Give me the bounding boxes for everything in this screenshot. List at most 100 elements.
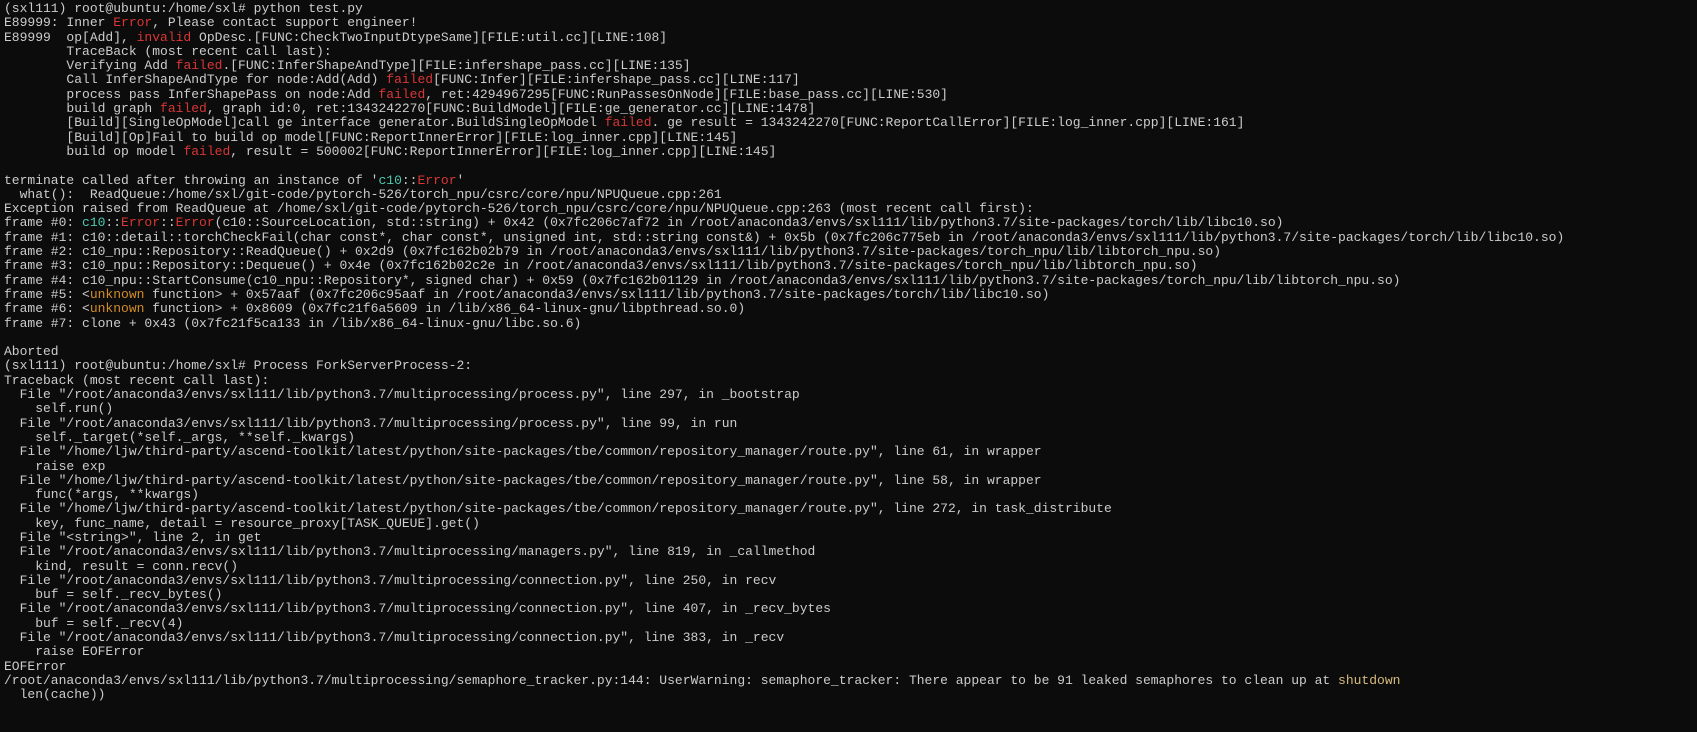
terminal-text-segment: frame #2: c10_npu::Repository::ReadQueue… bbox=[4, 244, 1221, 259]
terminal-text-segment: File "/root/anaconda3/envs/sxl111/lib/py… bbox=[4, 630, 784, 645]
terminal-text-segment: [Build][Op]Fail to build op model[FUNC:R… bbox=[4, 130, 737, 145]
terminal-text-segment: failed bbox=[386, 72, 433, 87]
terminal-line: (sxl111) root@ubuntu:/home/sxl# python t… bbox=[4, 1, 363, 16]
terminal-text-segment: what(): ReadQueue:/home/sxl/git-code/pyt… bbox=[4, 187, 722, 202]
terminal-text-segment: File "/root/anaconda3/envs/sxl111/lib/py… bbox=[4, 573, 776, 588]
terminal-text-segment: TraceBack (most recent call last): bbox=[4, 44, 332, 59]
terminal-line: buf = self._recv(4) bbox=[4, 616, 183, 631]
terminal-text-segment: frame #4: c10_npu::StartConsume(c10_npu:… bbox=[4, 273, 1400, 288]
terminal-text-segment: Traceback (most recent call last): bbox=[4, 373, 269, 388]
terminal-text-segment: failed bbox=[378, 87, 425, 102]
terminal-text-segment: self.run() bbox=[4, 401, 113, 416]
terminal-text-segment: File "/home/ljw/third-party/ascend-toolk… bbox=[4, 501, 1112, 516]
terminal-text-segment: File "/home/ljw/third-party/ascend-toolk… bbox=[4, 444, 1042, 459]
terminal-text-segment: frame #3: c10_npu::Repository::Dequeue()… bbox=[4, 258, 1198, 273]
terminal-text-segment: raise exp bbox=[4, 459, 105, 474]
terminal-line: what(): ReadQueue:/home/sxl/git-code/pyt… bbox=[4, 187, 722, 202]
terminal-line: File "/home/ljw/third-party/ascend-toolk… bbox=[4, 473, 1042, 488]
terminal-text-segment: (sxl111) root@ubuntu:/home/sxl# python t… bbox=[4, 1, 363, 16]
terminal-text-segment: File "/root/anaconda3/envs/sxl111/lib/py… bbox=[4, 544, 815, 559]
terminal-line: Aborted bbox=[4, 344, 59, 359]
terminal-text-segment: failed bbox=[605, 115, 652, 130]
terminal-line: raise exp bbox=[4, 459, 105, 474]
terminal-text-segment: terminate called after throwing an insta… bbox=[4, 173, 378, 188]
terminal-line: File "<string>", line 2, in get bbox=[4, 530, 261, 545]
terminal-text-segment: build op model bbox=[4, 144, 183, 159]
terminal-text-segment: frame #5: < bbox=[4, 287, 90, 302]
terminal-text-segment: :: bbox=[105, 215, 121, 230]
terminal-text-segment: c10 bbox=[82, 215, 105, 230]
terminal-text-segment: c10 bbox=[378, 173, 401, 188]
terminal-text-segment: File "/root/anaconda3/envs/sxl111/lib/py… bbox=[4, 601, 831, 616]
terminal-text-segment: :: bbox=[160, 215, 176, 230]
terminal-text-segment: OpDesc.[FUNC:CheckTwoInputDtypeSame][FIL… bbox=[191, 30, 667, 45]
terminal-output[interactable]: (sxl111) root@ubuntu:/home/sxl# python t… bbox=[0, 0, 1697, 705]
terminal-text-segment: , ret:4294967295[FUNC:RunPassesOnNode][F… bbox=[425, 87, 948, 102]
terminal-text-segment: Error bbox=[113, 15, 152, 30]
terminal-text-segment: (sxl111) root@ubuntu:/home/sxl# Process … bbox=[4, 358, 472, 373]
terminal-text-segment: failed bbox=[160, 101, 207, 116]
terminal-line: File "/root/anaconda3/envs/sxl111/lib/py… bbox=[4, 630, 784, 645]
terminal-line: frame #4: c10_npu::StartConsume(c10_npu:… bbox=[4, 273, 1400, 288]
terminal-text-segment: unknown bbox=[90, 301, 145, 316]
terminal-text-segment: shutdown bbox=[1338, 673, 1400, 688]
terminal-text-segment: [Build][SingleOpModel]call ge interface … bbox=[4, 115, 605, 130]
terminal-text-segment: frame #0: bbox=[4, 215, 82, 230]
terminal-text-segment: buf = self._recv_bytes() bbox=[4, 587, 222, 602]
terminal-text-segment: Aborted bbox=[4, 344, 59, 359]
terminal-line: [Build][SingleOpModel]call ge interface … bbox=[4, 115, 1244, 130]
terminal-line: Call InferShapeAndType for node:Add(Add)… bbox=[4, 72, 800, 87]
terminal-line: self.run() bbox=[4, 401, 113, 416]
terminal-text-segment: EOFError bbox=[4, 659, 66, 674]
terminal-text-segment: len(cache)) bbox=[4, 687, 105, 702]
terminal-line: File "/home/ljw/third-party/ascend-toolk… bbox=[4, 501, 1112, 516]
terminal-line: File "/home/ljw/third-party/ascend-toolk… bbox=[4, 444, 1042, 459]
terminal-text-segment: , graph id:0, ret:1343242270[FUNC:BuildM… bbox=[207, 101, 816, 116]
terminal-line: self._target(*self._args, **self._kwargs… bbox=[4, 430, 355, 445]
terminal-text-segment: key, func_name, detail = resource_proxy[… bbox=[4, 516, 480, 531]
terminal-line: frame #2: c10_npu::Repository::ReadQueue… bbox=[4, 244, 1221, 259]
terminal-text-segment: Error bbox=[121, 215, 160, 230]
terminal-line: File "/root/anaconda3/envs/sxl111/lib/py… bbox=[4, 387, 800, 402]
terminal-text-segment: buf = self._recv(4) bbox=[4, 616, 183, 631]
terminal-line: build graph failed, graph id:0, ret:1343… bbox=[4, 101, 815, 116]
terminal-text-segment: self._target(*self._args, **self._kwargs… bbox=[4, 430, 355, 445]
terminal-text-segment: ' bbox=[457, 173, 465, 188]
terminal-text-segment: raise EOFError bbox=[4, 644, 144, 659]
terminal-line: E89999 op[Add], invalid OpDesc.[FUNC:Che… bbox=[4, 30, 667, 45]
terminal-line: kind, result = conn.recv() bbox=[4, 559, 238, 574]
terminal-text-segment: E89999: Inner bbox=[4, 15, 113, 30]
terminal-line: /root/anaconda3/envs/sxl111/lib/python3.… bbox=[4, 673, 1400, 688]
terminal-text-segment: , Please contact support engineer! bbox=[152, 15, 417, 30]
terminal-line: func(*args, **kwargs) bbox=[4, 487, 199, 502]
terminal-text-segment: Exception raised from ReadQueue at /home… bbox=[4, 201, 1034, 216]
terminal-line: File "/root/anaconda3/envs/sxl111/lib/py… bbox=[4, 416, 737, 431]
terminal-line: len(cache)) bbox=[4, 687, 105, 702]
terminal-text-segment: frame #6: < bbox=[4, 301, 90, 316]
terminal-text-segment: frame #1: c10::detail::torchCheckFail(ch… bbox=[4, 230, 1564, 245]
terminal-text-segment: failed bbox=[176, 58, 223, 73]
terminal-text-segment: Error bbox=[417, 173, 456, 188]
terminal-line: (sxl111) root@ubuntu:/home/sxl# Process … bbox=[4, 358, 472, 373]
terminal-text-segment: unknown bbox=[90, 287, 145, 302]
terminal-line: raise EOFError bbox=[4, 644, 144, 659]
terminal-text-segment: function> + 0x57aaf (0x7fc206c95aaf in /… bbox=[144, 287, 1049, 302]
terminal-line: [Build][Op]Fail to build op model[FUNC:R… bbox=[4, 130, 737, 145]
terminal-line: Verifying Add failed.[FUNC:InferShapeAnd… bbox=[4, 58, 691, 73]
terminal-line: frame #1: c10::detail::torchCheckFail(ch… bbox=[4, 230, 1564, 245]
terminal-text-segment: .[FUNC:InferShapeAndType][FILE:infershap… bbox=[222, 58, 690, 73]
terminal-text-segment: Call InferShapeAndType for node:Add(Add) bbox=[4, 72, 386, 87]
terminal-text-segment: build graph bbox=[4, 101, 160, 116]
terminal-text-segment: . ge result = 1343242270[FUNC:ReportCall… bbox=[652, 115, 1245, 130]
terminal-line: frame #3: c10_npu::Repository::Dequeue()… bbox=[4, 258, 1198, 273]
terminal-line: Traceback (most recent call last): bbox=[4, 373, 269, 388]
terminal-text-segment: Error bbox=[176, 215, 215, 230]
terminal-text-segment: File "<string>", line 2, in get bbox=[4, 530, 261, 545]
terminal-line: File "/root/anaconda3/envs/sxl111/lib/py… bbox=[4, 601, 831, 616]
terminal-line: build op model failed, result = 500002[F… bbox=[4, 144, 776, 159]
terminal-text-segment: E89999 op[Add], bbox=[4, 30, 137, 45]
terminal-line: frame #5: <unknown function> + 0x57aaf (… bbox=[4, 287, 1049, 302]
terminal-text-segment: , result = 500002[FUNC:ReportInnerError]… bbox=[230, 144, 776, 159]
terminal-line: File "/root/anaconda3/envs/sxl111/lib/py… bbox=[4, 544, 815, 559]
terminal-text-segment: kind, result = conn.recv() bbox=[4, 559, 238, 574]
